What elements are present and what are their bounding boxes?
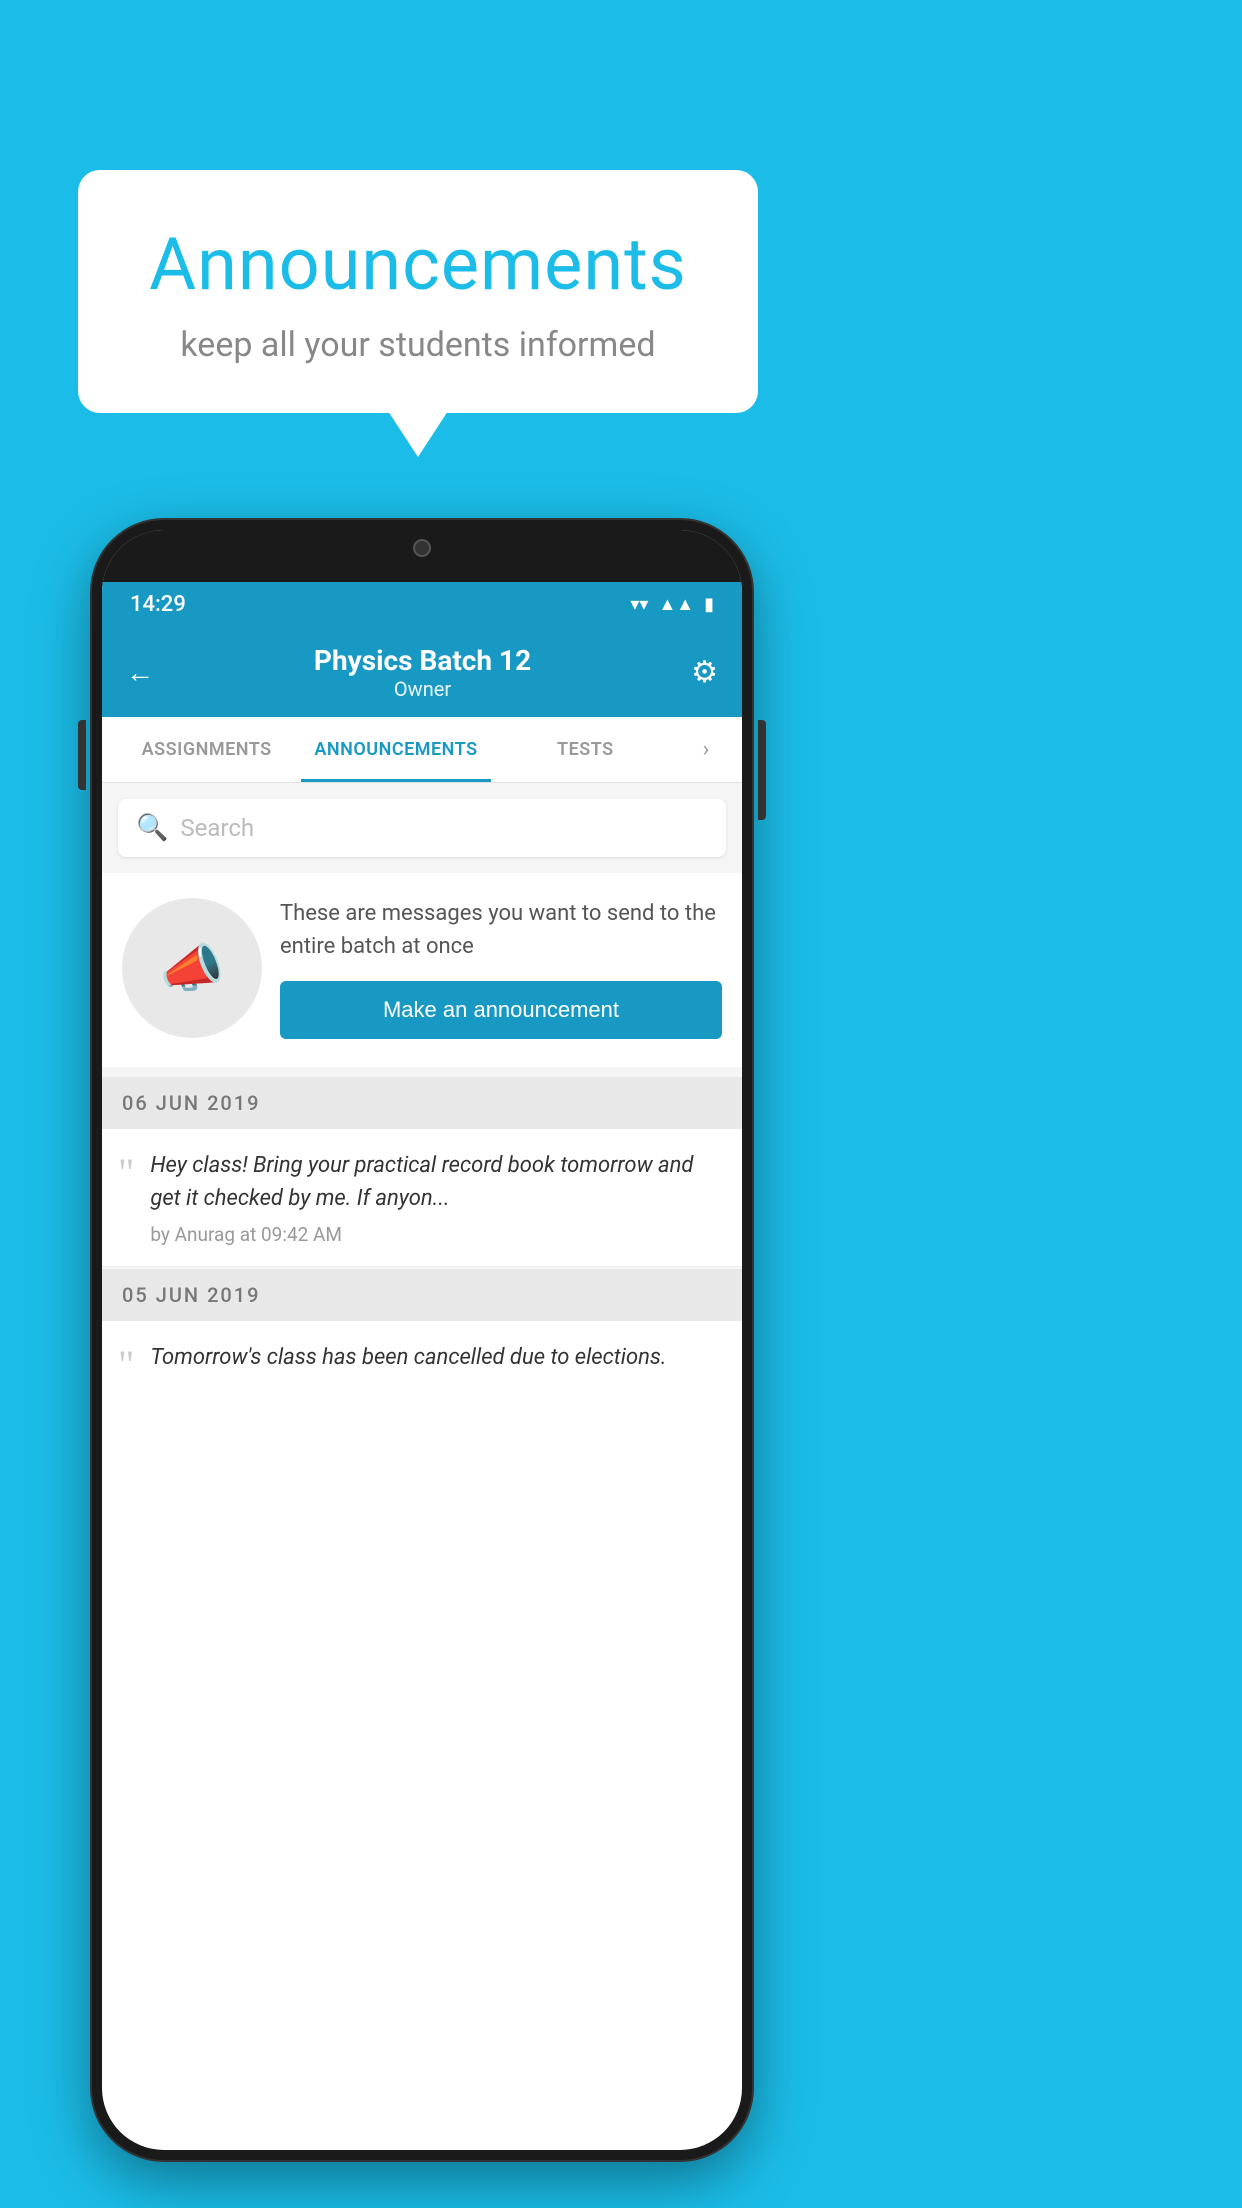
status-bar: 14:29 ▾▾ ▲▲ ▮: [102, 582, 742, 626]
date-section-jun6: 06 JUN 2019: [102, 1077, 742, 1129]
announcement-message-1: Hey class! Bring your practical record b…: [150, 1149, 722, 1215]
content-area: 🔍 Search 📣 These are messages you want t…: [102, 783, 742, 1405]
camera: [413, 539, 431, 557]
tab-bar: ASSIGNMENTS ANNOUNCEMENTS TESTS ›: [102, 717, 742, 783]
tab-more[interactable]: ›: [680, 717, 732, 782]
status-icons: ▾▾ ▲▲ ▮: [630, 594, 714, 615]
tab-announcements[interactable]: ANNOUNCEMENTS: [301, 717, 490, 782]
speech-bubble: Announcements keep all your students inf…: [78, 170, 758, 413]
wifi-icon: ▾▾: [630, 594, 648, 615]
phone-screen: 14:29 ▾▾ ▲▲ ▮ ← Physics Batch 12 Owner ⚙…: [102, 530, 742, 2150]
announcement-item-1[interactable]: " Hey class! Bring your practical record…: [102, 1129, 742, 1267]
date-label-jun5: 05 JUN 2019: [122, 1283, 261, 1307]
settings-icon[interactable]: ⚙: [691, 655, 718, 690]
promo-icon-circle: 📣: [122, 898, 262, 1038]
speech-bubble-container: Announcements keep all your students inf…: [78, 170, 758, 413]
announcement-item-2[interactable]: " Tomorrow's class has been cancelled du…: [102, 1321, 742, 1405]
megaphone-icon: 📣: [160, 938, 225, 999]
date-label-jun6: 06 JUN 2019: [122, 1091, 261, 1115]
announcement-meta-1: by Anurag at 09:42 AM: [150, 1223, 722, 1246]
header-center: Physics Batch 12 Owner: [314, 644, 531, 701]
tab-tests[interactable]: TESTS: [491, 717, 680, 782]
batch-title: Physics Batch 12: [314, 644, 531, 677]
app-header: ← Physics Batch 12 Owner ⚙: [102, 626, 742, 717]
announcement-text-2: Tomorrow's class has been cancelled due …: [150, 1341, 722, 1374]
battery-icon: ▮: [704, 594, 714, 615]
announcement-text-1: Hey class! Bring your practical record b…: [150, 1149, 722, 1246]
search-icon: 🔍: [136, 813, 168, 843]
make-announcement-button[interactable]: Make an announcement: [280, 981, 722, 1039]
date-section-jun5: 05 JUN 2019: [102, 1269, 742, 1321]
bubble-subtitle: keep all your students informed: [138, 325, 698, 365]
promo-description: These are messages you want to send to t…: [280, 897, 722, 963]
quote-icon-2: ": [118, 1345, 134, 1385]
power-button: [758, 720, 766, 820]
announcement-message-2: Tomorrow's class has been cancelled due …: [150, 1341, 722, 1374]
status-time: 14:29: [130, 592, 186, 617]
quote-icon-1: ": [118, 1153, 134, 1193]
search-bar[interactable]: 🔍 Search: [118, 799, 726, 857]
promo-content: These are messages you want to send to t…: [280, 897, 722, 1039]
volume-button: [78, 720, 86, 790]
notch-area: [102, 530, 742, 582]
signal-icon: ▲▲: [658, 594, 694, 615]
phone-frame: 14:29 ▾▾ ▲▲ ▮ ← Physics Batch 12 Owner ⚙…: [92, 520, 752, 2160]
bubble-title: Announcements: [138, 222, 698, 307]
owner-label: Owner: [314, 677, 531, 701]
search-input[interactable]: Search: [180, 814, 254, 842]
back-button[interactable]: ←: [126, 656, 154, 689]
promo-card: 📣 These are messages you want to send to…: [102, 873, 742, 1067]
notch: [342, 530, 502, 566]
tab-assignments[interactable]: ASSIGNMENTS: [112, 717, 301, 782]
